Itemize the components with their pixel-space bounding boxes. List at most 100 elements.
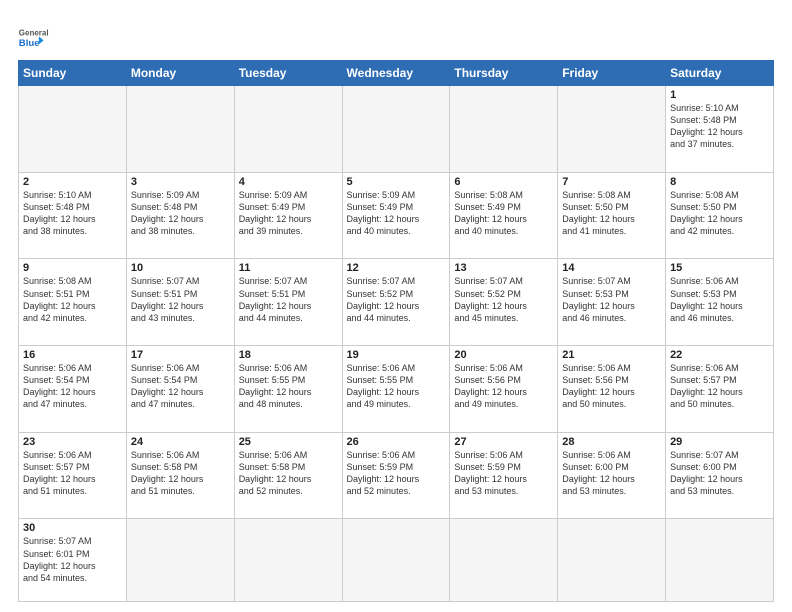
calendar-cell: 2Sunrise: 5:10 AM Sunset: 5:48 PM Daylig… bbox=[19, 172, 127, 259]
header: GeneralBlue bbox=[18, 18, 774, 54]
day-number: 16 bbox=[23, 349, 122, 361]
calendar-cell: 9Sunrise: 5:08 AM Sunset: 5:51 PM Daylig… bbox=[19, 259, 127, 346]
day-info: Sunrise: 5:07 AM Sunset: 6:01 PM Dayligh… bbox=[23, 535, 122, 584]
day-number: 28 bbox=[562, 436, 661, 448]
calendar-cell bbox=[342, 519, 450, 602]
calendar-cell: 19Sunrise: 5:06 AM Sunset: 5:55 PM Dayli… bbox=[342, 346, 450, 433]
day-info: Sunrise: 5:10 AM Sunset: 5:48 PM Dayligh… bbox=[23, 189, 122, 238]
calendar-table: SundayMondayTuesdayWednesdayThursdayFrid… bbox=[18, 60, 774, 602]
page: GeneralBlue SundayMondayTuesdayWednesday… bbox=[0, 0, 792, 612]
calendar-cell: 4Sunrise: 5:09 AM Sunset: 5:49 PM Daylig… bbox=[234, 172, 342, 259]
day-number: 7 bbox=[562, 176, 661, 188]
calendar-cell: 28Sunrise: 5:06 AM Sunset: 6:00 PM Dayli… bbox=[558, 432, 666, 519]
day-info: Sunrise: 5:06 AM Sunset: 5:59 PM Dayligh… bbox=[454, 449, 553, 498]
calendar-cell: 26Sunrise: 5:06 AM Sunset: 5:59 PM Dayli… bbox=[342, 432, 450, 519]
calendar-cell: 30Sunrise: 5:07 AM Sunset: 6:01 PM Dayli… bbox=[19, 519, 127, 602]
day-number: 1 bbox=[670, 89, 769, 101]
day-number: 2 bbox=[23, 176, 122, 188]
day-number: 23 bbox=[23, 436, 122, 448]
day-info: Sunrise: 5:08 AM Sunset: 5:49 PM Dayligh… bbox=[454, 189, 553, 238]
calendar-cell: 5Sunrise: 5:09 AM Sunset: 5:49 PM Daylig… bbox=[342, 172, 450, 259]
day-number: 13 bbox=[454, 262, 553, 274]
day-info: Sunrise: 5:09 AM Sunset: 5:49 PM Dayligh… bbox=[347, 189, 446, 238]
day-info: Sunrise: 5:09 AM Sunset: 5:48 PM Dayligh… bbox=[131, 189, 230, 238]
calendar-cell: 25Sunrise: 5:06 AM Sunset: 5:58 PM Dayli… bbox=[234, 432, 342, 519]
calendar-cell: 14Sunrise: 5:07 AM Sunset: 5:53 PM Dayli… bbox=[558, 259, 666, 346]
calendar-cell bbox=[450, 519, 558, 602]
day-info: Sunrise: 5:07 AM Sunset: 5:52 PM Dayligh… bbox=[454, 275, 553, 324]
day-number: 8 bbox=[670, 176, 769, 188]
day-number: 17 bbox=[131, 349, 230, 361]
calendar-cell: 17Sunrise: 5:06 AM Sunset: 5:54 PM Dayli… bbox=[126, 346, 234, 433]
day-info: Sunrise: 5:07 AM Sunset: 5:53 PM Dayligh… bbox=[562, 275, 661, 324]
day-info: Sunrise: 5:06 AM Sunset: 5:57 PM Dayligh… bbox=[670, 362, 769, 411]
calendar-cell bbox=[450, 86, 558, 173]
calendar-cell: 11Sunrise: 5:07 AM Sunset: 5:51 PM Dayli… bbox=[234, 259, 342, 346]
calendar-header-tuesday: Tuesday bbox=[234, 61, 342, 86]
day-info: Sunrise: 5:08 AM Sunset: 5:50 PM Dayligh… bbox=[562, 189, 661, 238]
day-info: Sunrise: 5:09 AM Sunset: 5:49 PM Dayligh… bbox=[239, 189, 338, 238]
calendar-header-wednesday: Wednesday bbox=[342, 61, 450, 86]
day-number: 22 bbox=[670, 349, 769, 361]
day-number: 27 bbox=[454, 436, 553, 448]
calendar-cell: 13Sunrise: 5:07 AM Sunset: 5:52 PM Dayli… bbox=[450, 259, 558, 346]
day-number: 18 bbox=[239, 349, 338, 361]
calendar-cell: 8Sunrise: 5:08 AM Sunset: 5:50 PM Daylig… bbox=[666, 172, 774, 259]
day-number: 20 bbox=[454, 349, 553, 361]
calendar-cell: 22Sunrise: 5:06 AM Sunset: 5:57 PM Dayli… bbox=[666, 346, 774, 433]
calendar-cell bbox=[342, 86, 450, 173]
calendar-cell: 6Sunrise: 5:08 AM Sunset: 5:49 PM Daylig… bbox=[450, 172, 558, 259]
day-info: Sunrise: 5:06 AM Sunset: 5:59 PM Dayligh… bbox=[347, 449, 446, 498]
calendar-cell bbox=[126, 86, 234, 173]
calendar-cell: 20Sunrise: 5:06 AM Sunset: 5:56 PM Dayli… bbox=[450, 346, 558, 433]
day-number: 15 bbox=[670, 262, 769, 274]
calendar-header-row: SundayMondayTuesdayWednesdayThursdayFrid… bbox=[19, 61, 774, 86]
calendar-cell: 7Sunrise: 5:08 AM Sunset: 5:50 PM Daylig… bbox=[558, 172, 666, 259]
calendar-cell bbox=[558, 519, 666, 602]
calendar-cell: 16Sunrise: 5:06 AM Sunset: 5:54 PM Dayli… bbox=[19, 346, 127, 433]
day-number: 3 bbox=[131, 176, 230, 188]
calendar-cell: 10Sunrise: 5:07 AM Sunset: 5:51 PM Dayli… bbox=[126, 259, 234, 346]
day-number: 6 bbox=[454, 176, 553, 188]
calendar-cell: 24Sunrise: 5:06 AM Sunset: 5:58 PM Dayli… bbox=[126, 432, 234, 519]
logo-icon: GeneralBlue bbox=[18, 22, 50, 54]
calendar-cell bbox=[126, 519, 234, 602]
calendar-cell bbox=[666, 519, 774, 602]
day-number: 10 bbox=[131, 262, 230, 274]
calendar-cell: 3Sunrise: 5:09 AM Sunset: 5:48 PM Daylig… bbox=[126, 172, 234, 259]
day-number: 25 bbox=[239, 436, 338, 448]
day-info: Sunrise: 5:06 AM Sunset: 5:57 PM Dayligh… bbox=[23, 449, 122, 498]
day-info: Sunrise: 5:08 AM Sunset: 5:50 PM Dayligh… bbox=[670, 189, 769, 238]
calendar-cell bbox=[558, 86, 666, 173]
day-number: 26 bbox=[347, 436, 446, 448]
svg-text:General: General bbox=[19, 29, 49, 38]
day-info: Sunrise: 5:06 AM Sunset: 5:56 PM Dayligh… bbox=[562, 362, 661, 411]
day-info: Sunrise: 5:07 AM Sunset: 5:51 PM Dayligh… bbox=[239, 275, 338, 324]
day-info: Sunrise: 5:06 AM Sunset: 5:54 PM Dayligh… bbox=[23, 362, 122, 411]
day-info: Sunrise: 5:06 AM Sunset: 5:53 PM Dayligh… bbox=[670, 275, 769, 324]
calendar-header-sunday: Sunday bbox=[19, 61, 127, 86]
calendar-cell: 18Sunrise: 5:06 AM Sunset: 5:55 PM Dayli… bbox=[234, 346, 342, 433]
calendar-cell: 27Sunrise: 5:06 AM Sunset: 5:59 PM Dayli… bbox=[450, 432, 558, 519]
calendar-cell: 23Sunrise: 5:06 AM Sunset: 5:57 PM Dayli… bbox=[19, 432, 127, 519]
day-info: Sunrise: 5:08 AM Sunset: 5:51 PM Dayligh… bbox=[23, 275, 122, 324]
day-info: Sunrise: 5:07 AM Sunset: 5:52 PM Dayligh… bbox=[347, 275, 446, 324]
day-info: Sunrise: 5:06 AM Sunset: 5:55 PM Dayligh… bbox=[239, 362, 338, 411]
day-info: Sunrise: 5:10 AM Sunset: 5:48 PM Dayligh… bbox=[670, 102, 769, 151]
day-info: Sunrise: 5:07 AM Sunset: 6:00 PM Dayligh… bbox=[670, 449, 769, 498]
calendar-cell bbox=[19, 86, 127, 173]
calendar-cell bbox=[234, 86, 342, 173]
day-number: 14 bbox=[562, 262, 661, 274]
calendar-cell: 15Sunrise: 5:06 AM Sunset: 5:53 PM Dayli… bbox=[666, 259, 774, 346]
day-number: 29 bbox=[670, 436, 769, 448]
day-number: 4 bbox=[239, 176, 338, 188]
day-number: 5 bbox=[347, 176, 446, 188]
day-info: Sunrise: 5:06 AM Sunset: 5:58 PM Dayligh… bbox=[239, 449, 338, 498]
day-number: 24 bbox=[131, 436, 230, 448]
day-number: 9 bbox=[23, 262, 122, 274]
day-number: 12 bbox=[347, 262, 446, 274]
calendar-cell: 21Sunrise: 5:06 AM Sunset: 5:56 PM Dayli… bbox=[558, 346, 666, 433]
day-info: Sunrise: 5:06 AM Sunset: 5:58 PM Dayligh… bbox=[131, 449, 230, 498]
logo: GeneralBlue bbox=[18, 22, 50, 54]
calendar-header-monday: Monday bbox=[126, 61, 234, 86]
